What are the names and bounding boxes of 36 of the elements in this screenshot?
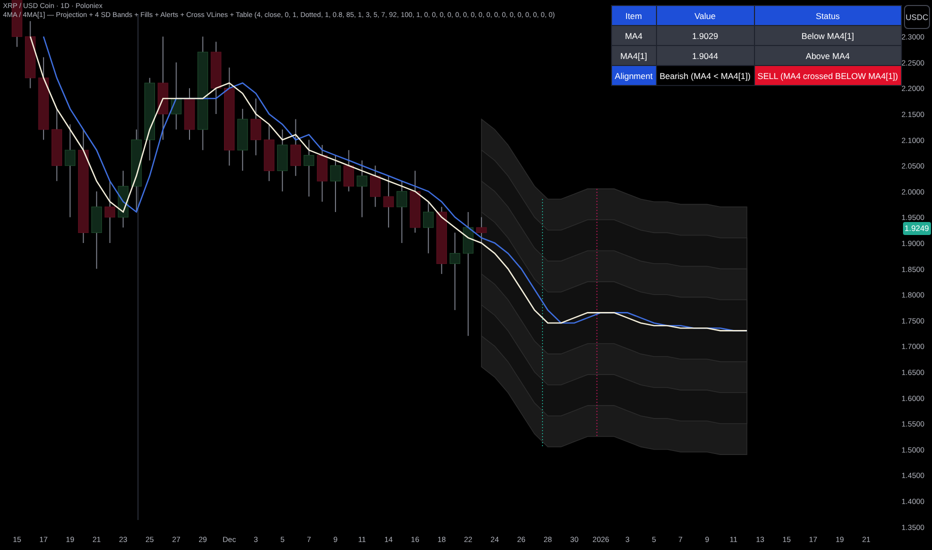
candlestick [436,206,447,274]
candlestick [104,180,116,244]
candlestick [290,118,301,176]
candlestick [410,170,420,234]
currency-button[interactable]: USDC [904,5,930,29]
candlestick [396,180,408,244]
table-cell: 1.9044 [656,46,754,66]
table-cell: Alignment [611,66,656,86]
candlestick [423,201,434,254]
candlestick [383,175,394,228]
table-cell: Above MA4 [754,46,902,66]
table-cell: SELL (MA4 crossed BELOW MA4[1]) [754,66,902,86]
table-header-cell: Item [611,6,656,26]
current-price-label: 1.9249 [902,222,931,235]
candlestick [237,108,248,172]
candlestick [250,98,262,156]
table-header-cell: Status [754,6,902,26]
table-header-cell: Value [656,6,754,26]
candlestick [370,165,381,208]
candlestick [264,124,274,182]
candlestick [316,144,328,202]
candlestick [356,160,368,218]
candlestick [304,139,314,198]
candlestick [24,20,36,89]
table-cell: 1.9029 [656,26,754,46]
candlestick [118,170,128,228]
table-cell: MA4 [611,26,656,46]
candlestick [277,128,288,192]
candlestick [476,216,487,244]
candlestick [184,88,195,140]
candlestick [343,150,354,192]
candlestick [170,62,182,130]
candlestick [330,154,341,213]
table-cell: Below MA4[1] [754,26,902,46]
table-cell: MA4[1] [611,46,656,66]
table-cell: Bearish (MA4 < MA4[1]) [656,66,754,86]
